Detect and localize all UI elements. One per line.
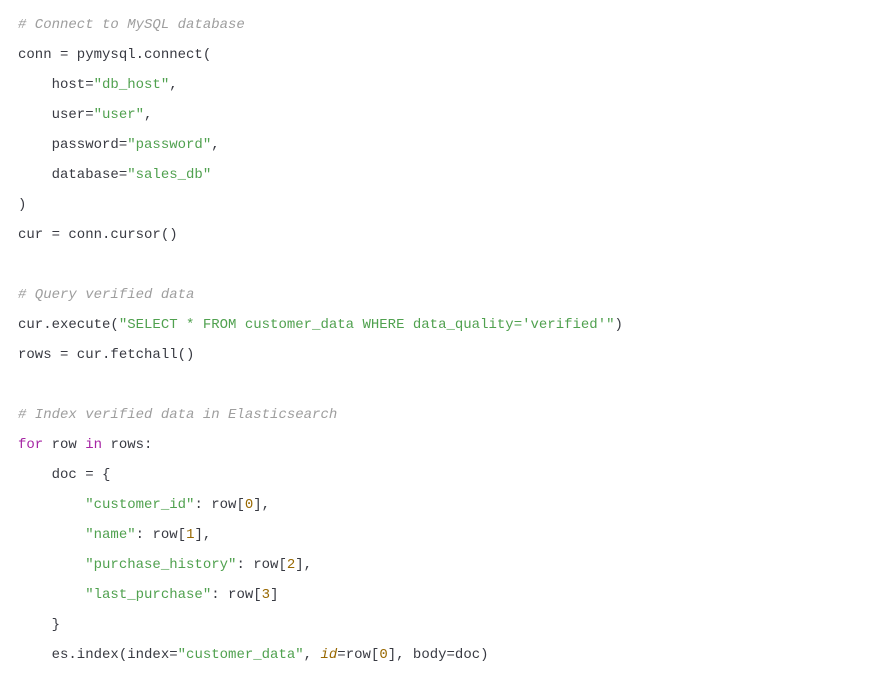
code-string: "purchase_history" [85, 557, 236, 573]
code-text: host= [18, 77, 94, 93]
code-text: , [304, 647, 321, 663]
code-text: , [169, 77, 177, 93]
code-comment: # Query verified data [18, 287, 194, 303]
code-block: # Connect to MySQL database conn = pymys… [0, 0, 874, 680]
code-number: 0 [245, 497, 253, 513]
code-text: es.index(index= [18, 647, 178, 663]
code-string: "user" [94, 107, 144, 123]
code-text [18, 527, 85, 543]
code-text: rows = cur.fetchall() [18, 347, 194, 363]
code-text: } [18, 617, 60, 633]
code-text [18, 587, 85, 603]
code-text: row [43, 437, 85, 453]
code-text: =row[ [337, 647, 379, 663]
code-text: ) [18, 197, 26, 213]
code-text [18, 497, 85, 513]
code-text: ], body=doc) [388, 647, 489, 663]
code-string: "customer_data" [178, 647, 304, 663]
code-text: ] [270, 587, 278, 603]
code-number: 0 [379, 647, 387, 663]
code-text: database= [18, 167, 127, 183]
code-comment: # Connect to MySQL database [18, 17, 245, 33]
code-text: , [144, 107, 152, 123]
code-text: conn = pymysql.connect( [18, 47, 211, 63]
code-text: ], [194, 527, 211, 543]
code-text: : row[ [211, 587, 261, 603]
code-text [18, 557, 85, 573]
code-string: "SELECT * FROM customer_data WHERE data_… [119, 317, 615, 333]
code-text: rows: [102, 437, 152, 453]
code-text: : row[ [136, 527, 186, 543]
code-text: ) [615, 317, 623, 333]
code-text: ], [253, 497, 270, 513]
code-text: : row[ [236, 557, 286, 573]
code-string: "password" [127, 137, 211, 153]
code-text: ], [295, 557, 312, 573]
code-text: doc = { [18, 467, 110, 483]
code-string: "name" [85, 527, 135, 543]
code-text: user= [18, 107, 94, 123]
code-number: 3 [262, 587, 270, 603]
code-text: password= [18, 137, 127, 153]
code-text: , [211, 137, 219, 153]
code-text: cur.execute( [18, 317, 119, 333]
code-param: id [320, 647, 337, 663]
code-keyword: for [18, 437, 43, 453]
code-string: "last_purchase" [85, 587, 211, 603]
code-string: "db_host" [94, 77, 170, 93]
code-string: "sales_db" [127, 167, 211, 183]
code-keyword: in [85, 437, 102, 453]
code-string: "customer_id" [85, 497, 194, 513]
code-text: cur = conn.cursor() [18, 227, 178, 243]
code-comment: # Index verified data in Elasticsearch [18, 407, 337, 423]
code-text: : row[ [194, 497, 244, 513]
